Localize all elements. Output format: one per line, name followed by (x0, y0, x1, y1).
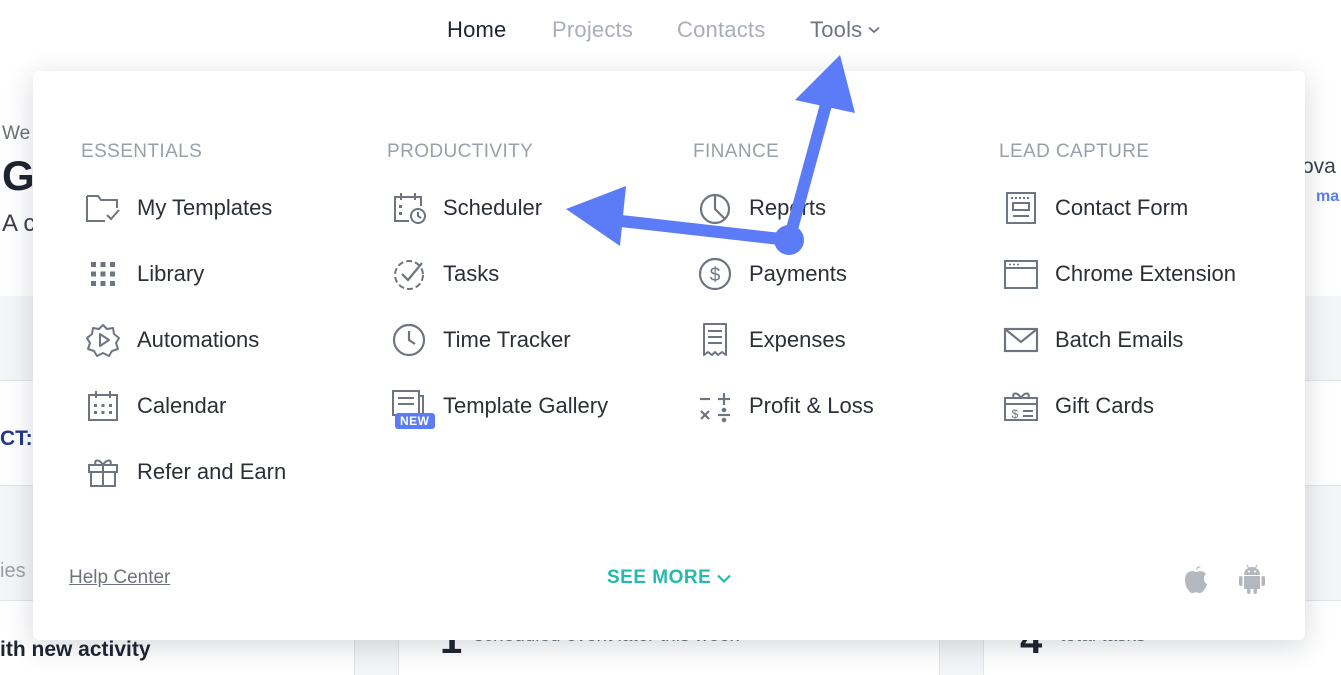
activity-text: ith new activity (0, 638, 151, 661)
menu-item-reports[interactable]: Reports (695, 188, 826, 228)
page-heading: G (2, 152, 35, 199)
menu-item-library[interactable]: Library (83, 254, 204, 294)
pie-chart-icon (695, 188, 735, 228)
menu-item-label: Calendar (137, 393, 227, 418)
nav-home[interactable]: Home (447, 17, 507, 43)
menu-item-label: Library (137, 261, 205, 286)
menu-item-automations[interactable]: Automations (83, 320, 259, 360)
column-title-finance: FINANCE (693, 141, 780, 162)
menu-item-label: Refer and Earn (137, 459, 287, 484)
column-title-lead-capture: LEAD CAPTURE (999, 141, 1150, 162)
gift-icon (83, 452, 123, 492)
right-text: ova (1302, 155, 1336, 178)
chevron-down-icon (717, 574, 732, 583)
gallery-icon: NEW (389, 386, 435, 429)
column-title-essentials: ESSENTIALS (81, 141, 203, 162)
menu-item-payments[interactable]: $ Payments (695, 254, 847, 294)
top-navigation: Home Projects Contacts Tools (0, 0, 1341, 64)
menu-item-label: Contact Form (1055, 195, 1189, 220)
form-icon (1001, 188, 1041, 228)
menu-item-my-templates[interactable]: My Templates (83, 188, 272, 228)
see-more-button[interactable]: SEE MORE (607, 567, 732, 589)
menu-item-label: Expenses (749, 327, 846, 352)
menu-item-gift-cards[interactable]: $ Gift Cards (1001, 386, 1154, 426)
clock-icon (389, 320, 429, 360)
right-link[interactable]: ma (1316, 188, 1339, 206)
menu-item-label: Reports (749, 195, 827, 220)
menu-item-label: Automations (137, 327, 260, 352)
apple-icon[interactable] (1181, 563, 1211, 600)
menu-item-batch-emails[interactable]: Batch Emails (1001, 320, 1183, 360)
menu-item-label: Tasks (443, 261, 500, 286)
menu-item-label: Gift Cards (1055, 393, 1155, 418)
welcome-text: We (2, 123, 31, 144)
chevron-down-icon (868, 26, 880, 34)
gear-play-icon (83, 320, 123, 360)
gift-card-icon: $ (1001, 386, 1041, 426)
menu-item-label: Scheduler (443, 195, 543, 220)
nav-projects[interactable]: Projects (552, 17, 633, 43)
menu-item-label: Profit & Loss (749, 393, 874, 418)
android-icon[interactable] (1237, 563, 1267, 600)
menu-item-profit-and-loss[interactable]: Profit & Loss (695, 386, 874, 426)
nav-contacts[interactable]: Contacts (677, 17, 765, 43)
tools-dropdown-menu: ESSENTIALS My Templates Library Automati… (33, 71, 1305, 640)
nav-tools-label: Tools (810, 17, 863, 42)
menu-item-template-gallery[interactable]: NEW Template Gallery (389, 386, 609, 429)
menu-item-calendar[interactable]: Calendar (83, 386, 226, 426)
page-subheading: A c (2, 210, 36, 237)
menu-item-label: Chrome Extension (1055, 261, 1236, 286)
nav-tools[interactable]: Tools (810, 17, 880, 43)
new-badge: NEW (395, 413, 435, 429)
math-icon (695, 386, 735, 426)
menu-item-refer-and-earn[interactable]: Refer and Earn (83, 452, 286, 492)
menu-item-time-tracker[interactable]: Time Tracker (389, 320, 571, 360)
menu-item-contact-form[interactable]: Contact Form (1001, 188, 1188, 228)
check-circle-icon (389, 254, 429, 294)
menu-item-label: Batch Emails (1055, 327, 1184, 352)
menu-item-expenses[interactable]: Expenses (695, 320, 846, 360)
folder-check-icon (83, 188, 123, 228)
menu-item-label: Template Gallery (443, 393, 609, 418)
menu-item-tasks[interactable]: Tasks (389, 254, 499, 294)
column-title-productivity: PRODUCTIVITY (387, 141, 534, 162)
svg-text:$: $ (710, 265, 721, 286)
menu-item-chrome-extension[interactable]: Chrome Extension (1001, 254, 1236, 294)
receipt-icon (695, 320, 735, 360)
help-center-link[interactable]: Help Center (69, 567, 170, 589)
side-label: ies (0, 560, 26, 582)
section-label: CT: (0, 427, 33, 450)
svg-text:$: $ (1012, 407, 1019, 421)
envelope-icon (1001, 320, 1041, 360)
calendar-icon (83, 386, 123, 426)
menu-item-label: Time Tracker (443, 327, 571, 352)
dollar-circle-icon: $ (695, 254, 735, 294)
grid-icon (83, 254, 123, 294)
menu-item-scheduler[interactable]: Scheduler (389, 188, 542, 228)
calendar-clock-icon (389, 188, 429, 228)
menu-item-label: My Templates (137, 195, 273, 220)
menu-item-label: Payments (749, 261, 847, 286)
browser-window-icon (1001, 254, 1041, 294)
see-more-label: SEE MORE (607, 567, 712, 588)
